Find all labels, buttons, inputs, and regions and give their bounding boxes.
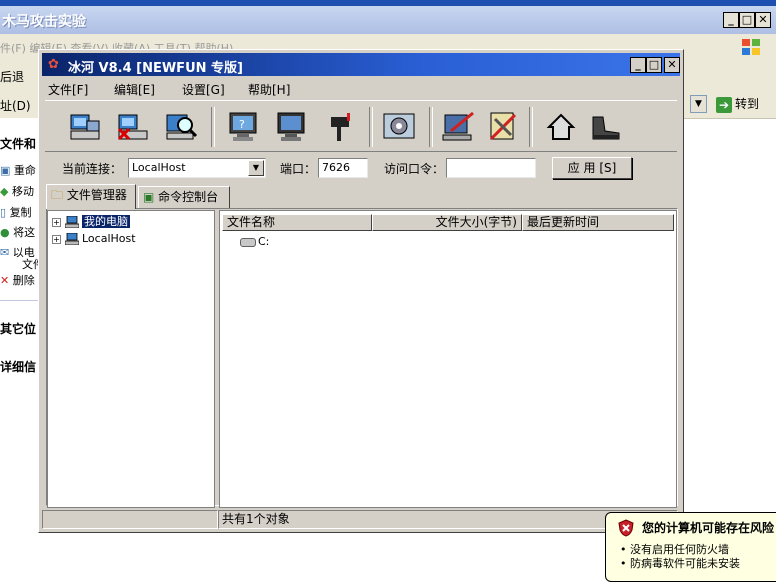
system-settings-icon[interactable] bbox=[381, 109, 417, 145]
menu-settings[interactable]: 设置[G] bbox=[182, 81, 225, 98]
column-file-size[interactable]: 文件大小(字节) bbox=[372, 214, 522, 231]
exit-icon[interactable] bbox=[587, 109, 623, 145]
menu-help[interactable]: 帮助[H] bbox=[248, 81, 290, 98]
file-list[interactable]: 文件名称 文件大小(字节) 最后更新时间 C: bbox=[219, 210, 677, 508]
shield-icon bbox=[618, 519, 634, 537]
svg-text:?: ? bbox=[239, 118, 245, 131]
column-last-modified[interactable]: 最后更新时间 bbox=[522, 214, 674, 231]
address-dropdown-button[interactable]: ▼ bbox=[690, 95, 707, 113]
tab-command-console[interactable]: ▣ 命令控制台 bbox=[138, 186, 230, 208]
folder-icon: 🗀 bbox=[51, 188, 64, 202]
task-move[interactable]: ◆ 移动 bbox=[0, 183, 34, 199]
screen-control-icon[interactable] bbox=[273, 109, 309, 145]
file-tasks-heading: 文件和 bbox=[0, 137, 37, 151]
close-button[interactable]: ✕ bbox=[664, 57, 680, 73]
delete-host-icon[interactable] bbox=[115, 109, 151, 145]
menu-file[interactable]: 文件[F] bbox=[48, 81, 88, 98]
go-arrow-icon: ➔ bbox=[716, 96, 732, 113]
window-titlebar: ✿ 冰河 V8.4 [NEWFUN 专版] _ □ ✕ bbox=[42, 53, 680, 76]
address-label: 址(D) bbox=[0, 99, 31, 113]
home-icon[interactable] bbox=[543, 109, 579, 145]
explorer-title: 木马攻击实验 bbox=[2, 14, 86, 30]
password-input[interactable] bbox=[446, 158, 536, 178]
edit-icon[interactable] bbox=[441, 109, 477, 145]
send-file-icon[interactable] bbox=[321, 109, 357, 145]
task-divider bbox=[0, 300, 40, 301]
port-input[interactable]: 7626 bbox=[318, 158, 368, 178]
password-label: 访问口令： bbox=[384, 162, 445, 176]
add-host-icon[interactable] bbox=[67, 109, 103, 145]
folder-tree[interactable]: + 我的电脑 + LocalHost bbox=[47, 210, 215, 508]
toolbar-separator bbox=[369, 107, 373, 147]
port-label: 端口： bbox=[280, 162, 317, 176]
current-connection-label: 当前连接： bbox=[62, 162, 123, 176]
explorer-maximize-button[interactable]: □ bbox=[739, 12, 755, 28]
explorer-minimize-button[interactable]: _ bbox=[723, 12, 739, 28]
task-publish[interactable]: ● 将这 bbox=[0, 224, 35, 240]
app-icon: ✿ bbox=[48, 57, 59, 72]
apply-button[interactable]: 应 用 [S] bbox=[552, 157, 632, 179]
tools-icon[interactable] bbox=[485, 109, 521, 145]
task-copy[interactable]: ▯ 复制 bbox=[0, 204, 32, 220]
search-host-icon[interactable] bbox=[163, 109, 199, 145]
windows-logo-icon bbox=[742, 39, 760, 55]
tab-file-manager[interactable]: 🗀 文件管理器 bbox=[46, 184, 136, 209]
window-title: 冰河 V8.4 [NEWFUN 专版] bbox=[68, 61, 243, 76]
balloon-line-antivirus: • 防病毒软件可能未安装 bbox=[620, 557, 740, 570]
chevron-down-icon[interactable]: ▼ bbox=[248, 160, 264, 176]
explorer-close-button[interactable]: ✕ bbox=[755, 12, 771, 28]
security-alert-balloon[interactable]: 您的计算机可能存在风险 • 没有启用任何防火墙 • 防病毒软件可能未安装 bbox=[605, 512, 776, 582]
maximize-button[interactable]: □ bbox=[646, 57, 662, 73]
explorer-titlebar bbox=[0, 6, 776, 34]
expand-icon[interactable]: + bbox=[52, 234, 61, 244]
tree-item-localhost[interactable]: + LocalHost bbox=[52, 231, 136, 247]
toolbar-separator bbox=[211, 107, 215, 147]
task-delete[interactable]: ✕ 删除 bbox=[0, 272, 35, 288]
menubar: 文件[F] 编辑[E] 设置[G] 帮助[H] bbox=[42, 78, 680, 98]
bingo-window: ✿ 冰河 V8.4 [NEWFUN 专版] _ □ ✕ 文件[F] 编辑[E] … bbox=[38, 49, 684, 533]
current-connection-select[interactable]: LocalHost bbox=[128, 158, 266, 178]
status-pane-left bbox=[42, 510, 218, 529]
tree-item-my-computer[interactable]: + 我的电脑 bbox=[52, 214, 130, 230]
other-places-heading[interactable]: 其它位 bbox=[0, 320, 36, 337]
toolbar-separator bbox=[429, 107, 433, 147]
console-icon: ▣ bbox=[143, 190, 155, 204]
column-file-name[interactable]: 文件名称 bbox=[222, 214, 372, 231]
screen-capture-icon[interactable]: ? bbox=[225, 109, 261, 145]
status-bar: 共有1个对象 bbox=[42, 510, 680, 530]
computer-icon bbox=[65, 216, 79, 228]
expand-icon[interactable]: + bbox=[52, 217, 61, 227]
toolbar: ? bbox=[45, 100, 677, 152]
go-button[interactable]: ➔ 转到 bbox=[716, 95, 759, 113]
balloon-title: 您的计算机可能存在风险 bbox=[642, 521, 775, 535]
list-item[interactable]: C: bbox=[240, 235, 269, 248]
toolbar-separator bbox=[529, 107, 533, 147]
back-button[interactable]: 后退 bbox=[0, 68, 24, 85]
computer-icon bbox=[65, 233, 79, 245]
drive-icon bbox=[240, 237, 256, 247]
details-heading[interactable]: 详细信 bbox=[0, 358, 36, 375]
minimize-button[interactable]: _ bbox=[630, 57, 646, 73]
task-rename[interactable]: ▣ 重命 bbox=[0, 162, 36, 178]
connection-row: 当前连接： LocalHost ▼ 端口： 7626 访问口令： 应 用 [S] bbox=[42, 150, 680, 182]
menu-edit[interactable]: 编辑[E] bbox=[114, 81, 155, 98]
